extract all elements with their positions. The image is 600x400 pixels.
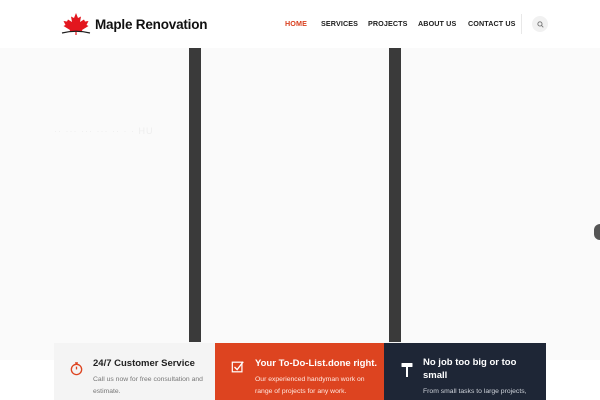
nav-item-home[interactable]: HOME bbox=[285, 19, 307, 28]
hero-panel-right bbox=[401, 48, 600, 360]
feature-text: Our experienced handyman work on range o… bbox=[255, 376, 365, 395]
main-nav: HOME SERVICES PROJECTS ABOUT US CONTACT … bbox=[0, 19, 600, 31]
feature-title: Your To-Do-List.done right. bbox=[255, 358, 378, 369]
nav-item-about-us[interactable]: ABOUT US bbox=[418, 19, 456, 28]
slider-next-handle[interactable] bbox=[594, 224, 600, 240]
site-header: Maple Renovation HOME SERVICES PROJECTS … bbox=[0, 0, 600, 48]
search-icon bbox=[536, 20, 544, 28]
hero-panel-left bbox=[0, 48, 189, 360]
hero-caption: ·· ··· ··· ··· ·· · · HU bbox=[54, 126, 154, 136]
stopwatch-icon bbox=[70, 362, 83, 376]
nav-item-contact-us[interactable]: CONTACT US bbox=[468, 19, 516, 28]
nav-divider bbox=[521, 14, 522, 34]
hammer-icon bbox=[401, 363, 413, 377]
feature-title: No job too big or too small bbox=[423, 357, 517, 381]
hero-divider-strip bbox=[389, 48, 401, 342]
feature-text: From small tasks to large projects, bbox=[423, 388, 527, 395]
hero-panel-center bbox=[201, 48, 389, 360]
feature-to-do-list: Your To-Do-List.done right. Our experien… bbox=[215, 343, 384, 400]
checkbox-icon bbox=[231, 361, 244, 373]
hero-slider: ·· ··· ··· ··· ·· · · HU bbox=[0, 48, 600, 360]
nav-item-projects[interactable]: PROJECTS bbox=[368, 19, 408, 28]
hero-divider-strip bbox=[189, 48, 201, 342]
search-button[interactable] bbox=[532, 16, 548, 32]
feature-title: 24/7 Customer Service bbox=[93, 358, 195, 369]
feature-text: Call us now for free consultation and es… bbox=[93, 376, 203, 395]
feature-customer-service: 24/7 Customer Service Call us now for fr… bbox=[54, 343, 215, 400]
nav-item-services[interactable]: SERVICES bbox=[321, 19, 358, 28]
feature-no-job-too-big: No job too big or too small From small t… bbox=[384, 343, 546, 400]
